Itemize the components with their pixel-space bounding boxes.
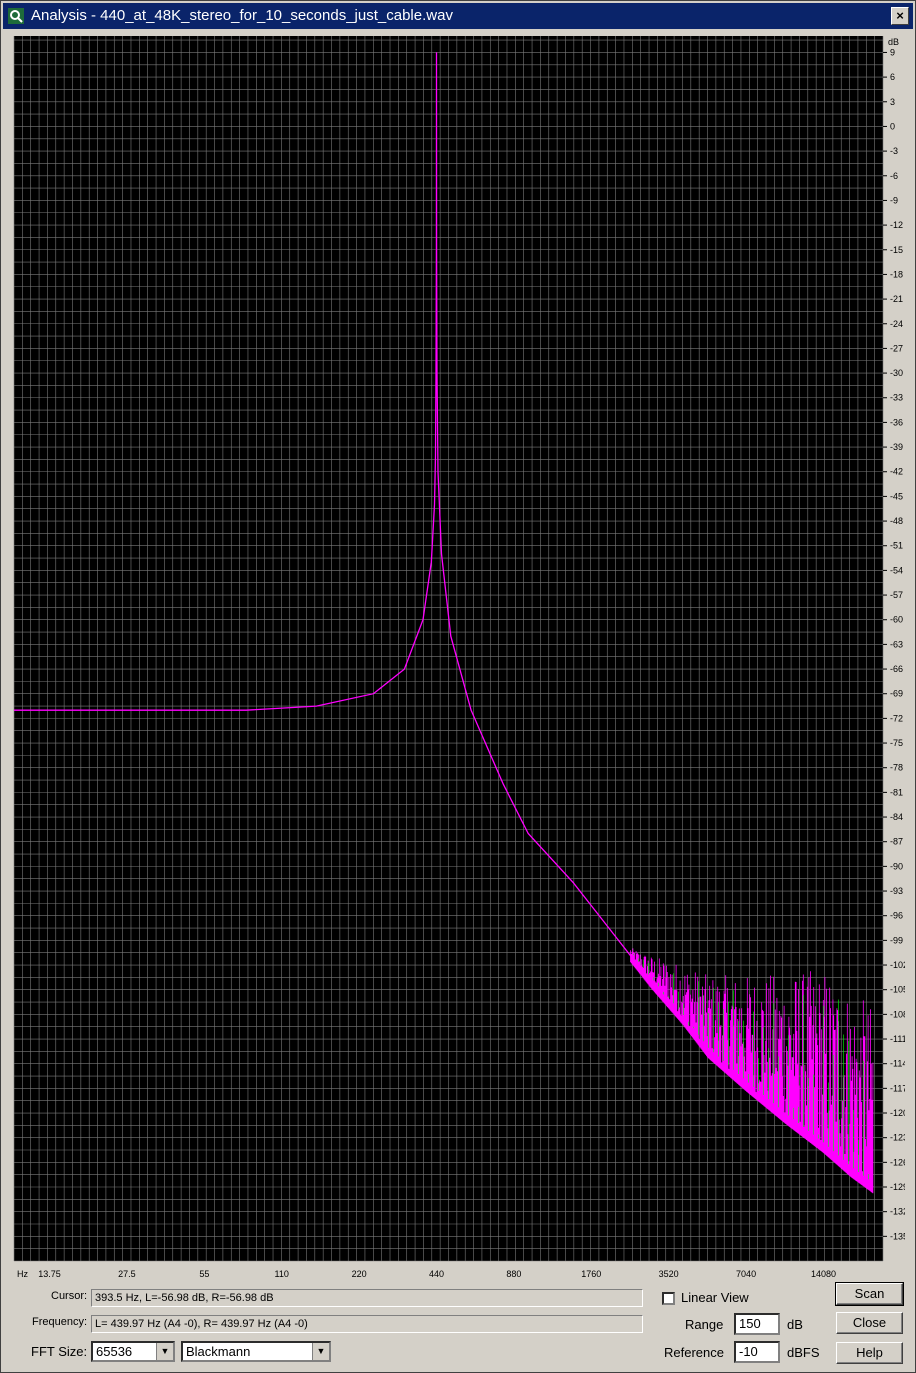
- db-tick-label: -60: [890, 615, 903, 625]
- fft-size-value: 65536: [96, 1344, 133, 1359]
- db-tick-label: -36: [890, 417, 903, 427]
- linear-view-label[interactable]: Linear View: [681, 1290, 749, 1305]
- window-function-select[interactable]: Blackmann ▼: [181, 1341, 331, 1362]
- db-tick-label: -69: [890, 689, 903, 699]
- db-tick-label: -39: [890, 442, 903, 452]
- db-tick-label: -78: [890, 763, 903, 773]
- db-tick-label: -96: [890, 911, 903, 921]
- hz-tick-label: 14080: [811, 1269, 836, 1279]
- db-tick-label: -48: [890, 516, 903, 526]
- db-tick-label: -126: [890, 1157, 905, 1167]
- db-tick-label: 0: [890, 121, 895, 131]
- db-tick-label: -120: [890, 1108, 905, 1118]
- hz-tick-label: 1760: [581, 1269, 601, 1279]
- db-tick-label: -21: [890, 294, 903, 304]
- db-tick-label: -111: [890, 1034, 905, 1044]
- db-tick-label: -51: [890, 541, 903, 551]
- hz-tick-label: 220: [352, 1269, 367, 1279]
- spectrum-plot[interactable]: 9 6 3 0 -3 -6 -9 -12 -15 -18 -21 -24 -27 -30 -33 -36 -39…: [11, 33, 905, 1283]
- db-tick-label: -75: [890, 738, 903, 748]
- range-label: Range: [685, 1317, 724, 1332]
- window-function-dropdown-icon[interactable]: ▼: [312, 1343, 329, 1360]
- hz-tick-label: 880: [506, 1269, 521, 1279]
- frequency-label: Frequency:: [32, 1316, 88, 1328]
- db-tick-label: -99: [890, 935, 903, 945]
- hz-tick-label: 55: [199, 1269, 209, 1279]
- cursor-label: Cursor:: [51, 1290, 88, 1302]
- db-tick-label: -132: [890, 1207, 905, 1217]
- db-tick-label: -105: [890, 985, 905, 995]
- db-tick-label: -129: [890, 1182, 905, 1192]
- window-function-value: Blackmann: [186, 1344, 251, 1359]
- db-tick-label: -108: [890, 1009, 905, 1019]
- close-button[interactable]: Close: [836, 1312, 903, 1334]
- db-tick-label: -57: [890, 590, 903, 600]
- range-input[interactable]: 150: [734, 1313, 780, 1335]
- db-tick-label: -24: [890, 319, 903, 329]
- db-tick-label: -3: [890, 146, 898, 156]
- db-tick-label: 3: [890, 97, 895, 107]
- cursor-readout: 393.5 Hz, L=-56.98 dB, R=-56.98 dB: [91, 1289, 643, 1307]
- hz-tick-label: 440: [429, 1269, 444, 1279]
- db-tick-label: -27: [890, 343, 903, 353]
- reference-input[interactable]: -10: [734, 1341, 780, 1363]
- db-tick-label: -84: [890, 812, 903, 822]
- db-tick-label: 9: [890, 47, 895, 57]
- db-tick-label: -135: [890, 1231, 905, 1241]
- db-tick-label: -63: [890, 639, 903, 649]
- db-tick-label: -54: [890, 565, 903, 575]
- fft-size-label: FFT Size:: [31, 1344, 88, 1359]
- fft-size-dropdown-icon[interactable]: ▼: [156, 1343, 173, 1360]
- db-unit-label: dB: [888, 37, 899, 47]
- frequency-readout: L= 439.97 Hz (A4 -0), R= 439.97 Hz (A4 -…: [91, 1315, 643, 1333]
- db-tick-label: -42: [890, 467, 903, 477]
- scan-button[interactable]: Scan: [835, 1282, 904, 1306]
- db-tick-label: -15: [890, 245, 903, 255]
- help-button[interactable]: Help: [836, 1342, 903, 1364]
- db-tick-label: -18: [890, 269, 903, 279]
- range-unit: dB: [787, 1317, 803, 1332]
- analyzer-icon: [8, 8, 24, 24]
- reference-unit: dBFS: [787, 1345, 820, 1360]
- linear-view-checkbox[interactable]: [662, 1292, 675, 1305]
- hz-tick-label: 27.5: [118, 1269, 136, 1279]
- hz-tick-label: 110: [275, 1269, 289, 1279]
- db-tick-label: -6: [890, 171, 898, 181]
- db-tick-label: -93: [890, 886, 903, 896]
- db-tick-label: -90: [890, 861, 903, 871]
- window-title: Analysis - 440_at_48K_stereo_for_10_seco…: [31, 7, 453, 24]
- title-bar[interactable]: Analysis - 440_at_48K_stereo_for_10_seco…: [3, 3, 913, 29]
- hz-tick-label: 3520: [659, 1269, 679, 1279]
- db-tick-label: -30: [890, 368, 903, 378]
- db-tick-label: -87: [890, 837, 903, 847]
- db-tick-label: -81: [890, 787, 903, 797]
- db-tick-label: -114: [890, 1059, 905, 1069]
- fft-size-select[interactable]: 65536 ▼: [91, 1341, 175, 1362]
- analysis-window: Analysis - 440_at_48K_stereo_for_10_seco…: [0, 0, 916, 1373]
- spectrum-chart-svg[interactable]: 9 6 3 0 -3 -6 -9 -12 -15 -18 -21 -24 -27 -30 -33 -36 -39…: [11, 33, 905, 1283]
- hz-tick-label: 7040: [736, 1269, 756, 1279]
- db-tick-label: -72: [890, 713, 903, 723]
- db-tick-label: -12: [890, 220, 903, 230]
- db-tick-label: -117: [890, 1083, 905, 1093]
- close-window-button[interactable]: ×: [891, 7, 909, 25]
- db-tick-label: -123: [890, 1133, 905, 1143]
- db-tick-label: 6: [890, 72, 895, 82]
- hz-unit-label: Hz: [17, 1269, 28, 1279]
- db-tick-label: -45: [890, 491, 903, 501]
- db-tick-label: -9: [890, 195, 898, 205]
- db-tick-label: -33: [890, 393, 903, 403]
- db-tick-label: -66: [890, 664, 903, 674]
- hz-tick-label: 13.75: [38, 1269, 61, 1279]
- reference-label: Reference: [664, 1345, 724, 1360]
- db-tick-label: -102: [890, 960, 905, 970]
